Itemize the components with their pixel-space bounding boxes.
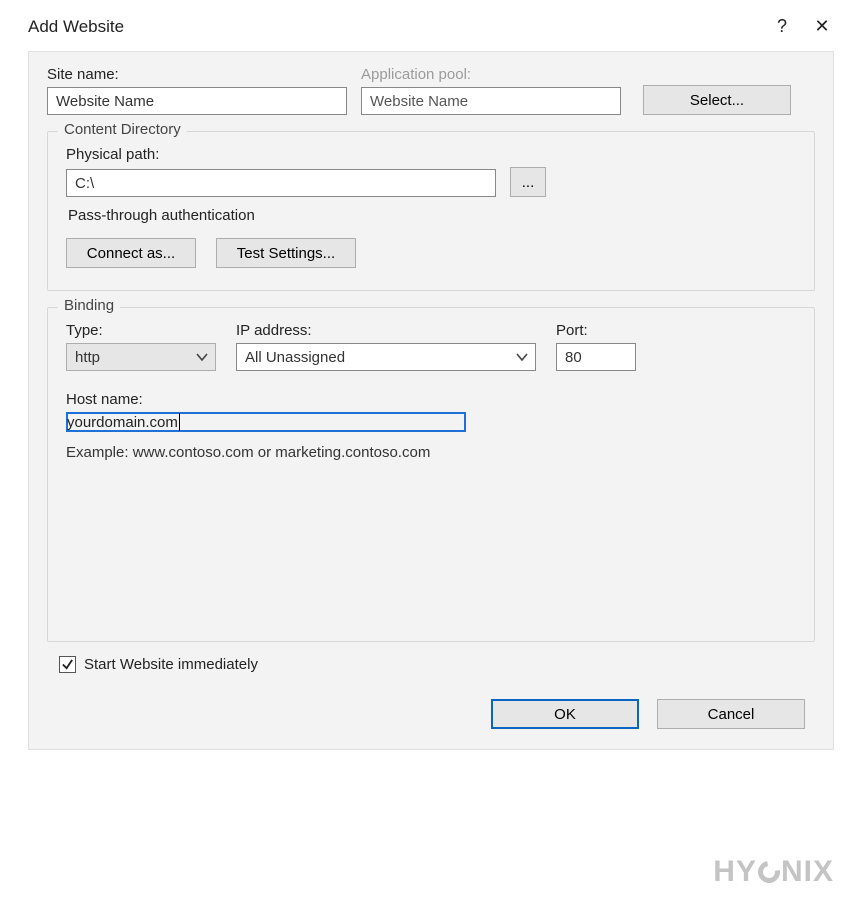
connect-as-button[interactable]: Connect as... bbox=[66, 238, 196, 268]
app-pool-value: Website Name bbox=[370, 93, 468, 110]
host-name-value: yourdomain.com bbox=[67, 414, 178, 431]
start-immediately-checkbox[interactable] bbox=[59, 656, 76, 673]
help-button[interactable]: ? bbox=[762, 16, 802, 37]
ip-select[interactable]: All Unassigned bbox=[236, 343, 536, 371]
cancel-button[interactable]: Cancel bbox=[657, 699, 805, 729]
watermark-left: HY bbox=[713, 855, 757, 889]
start-immediately-label: Start Website immediately bbox=[84, 656, 258, 673]
close-button[interactable]: ✕ bbox=[802, 16, 842, 37]
chevron-down-icon bbox=[195, 350, 209, 364]
binding-group: Binding Type: http IP address: All Unass… bbox=[47, 307, 815, 642]
auth-text: Pass-through authentication bbox=[68, 207, 794, 224]
watermark-ring-icon bbox=[754, 857, 785, 888]
physical-path-label: Physical path: bbox=[66, 146, 796, 163]
titlebar: Add Website ? ✕ bbox=[0, 0, 862, 47]
dialog-body: Site name: Application pool: Website Nam… bbox=[28, 51, 834, 750]
watermark: HY NIX bbox=[713, 855, 834, 889]
text-caret bbox=[179, 413, 180, 431]
site-name-input[interactable] bbox=[47, 87, 347, 115]
content-directory-legend: Content Directory bbox=[58, 121, 187, 138]
type-value: http bbox=[75, 349, 100, 366]
physical-path-input[interactable] bbox=[66, 169, 496, 197]
chevron-down-icon bbox=[515, 350, 529, 364]
type-select[interactable]: http bbox=[66, 343, 216, 371]
ip-label: IP address: bbox=[236, 322, 536, 339]
footer-buttons: OK Cancel bbox=[47, 699, 805, 729]
port-input[interactable] bbox=[556, 343, 636, 371]
app-pool-label: Application pool: bbox=[361, 66, 621, 83]
window-title: Add Website bbox=[28, 17, 762, 37]
host-name-label: Host name: bbox=[66, 391, 796, 408]
host-name-input[interactable]: yourdomain.com bbox=[66, 412, 466, 432]
start-immediately-row[interactable]: Start Website immediately bbox=[59, 656, 815, 673]
select-button[interactable]: Select... bbox=[643, 85, 791, 115]
ip-value: All Unassigned bbox=[245, 349, 345, 366]
watermark-right: NIX bbox=[781, 855, 834, 889]
ok-button[interactable]: OK bbox=[491, 699, 639, 729]
type-label: Type: bbox=[66, 322, 216, 339]
app-pool-field: Website Name bbox=[361, 87, 621, 115]
port-label: Port: bbox=[556, 322, 636, 339]
site-name-label: Site name: bbox=[47, 66, 347, 83]
test-settings-button[interactable]: Test Settings... bbox=[216, 238, 356, 268]
content-directory-group: Content Directory Physical path: ... Pas… bbox=[47, 131, 815, 291]
browse-button[interactable]: ... bbox=[510, 167, 546, 197]
host-example-text: Example: www.contoso.com or marketing.co… bbox=[66, 444, 796, 461]
binding-legend: Binding bbox=[58, 297, 120, 314]
